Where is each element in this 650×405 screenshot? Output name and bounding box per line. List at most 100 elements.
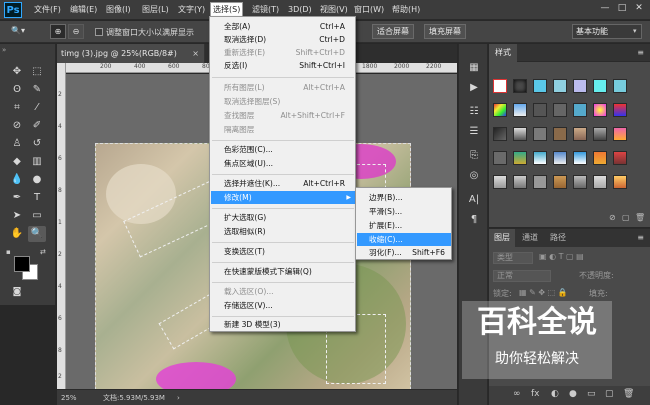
zoom-out-icon[interactable]: ⊖ <box>68 24 84 39</box>
crop-tool-icon[interactable]: ⌗ <box>8 100 26 116</box>
tab-paths[interactable]: 路径 <box>545 229 571 247</box>
actions-panel-icon[interactable]: ▶ <box>465 80 483 96</box>
menu-item-grow[interactable]: 扩大选取(G) <box>211 211 355 224</box>
channels-panel-icon[interactable]: ◎ <box>465 168 483 184</box>
menu-item-deselect[interactable]: 取消选择(D) Ctrl+D <box>211 33 355 46</box>
fill-screen-button[interactable]: 填充屏幕 <box>424 24 466 39</box>
history-panel-icon[interactable]: ▦ <box>465 60 483 76</box>
zoom-tool-icon[interactable]: 🔍 <box>28 226 46 242</box>
quick-select-tool-icon[interactable]: ✎ <box>28 82 46 98</box>
style-swatch[interactable] <box>593 175 607 189</box>
tab-channels[interactable]: 通道 <box>517 229 543 247</box>
style-swatch[interactable] <box>593 103 607 117</box>
menu-window[interactable]: 窗口(W) <box>352 3 386 17</box>
menu-item-new-3d-model[interactable]: 新建 3D 模型(3) <box>211 318 355 331</box>
style-swatch[interactable] <box>553 127 567 141</box>
menu-edit[interactable]: 编辑(E) <box>68 3 99 17</box>
minimize-icon[interactable]: — <box>598 3 612 13</box>
lock-icons[interactable]: ▦ ✎ ✥ ⬚ 🔒 <box>519 288 568 297</box>
trash-icon[interactable]: 🗑 <box>623 389 634 399</box>
character-panel-icon[interactable]: A| <box>465 192 483 208</box>
menu-item-quick-mask[interactable]: 在快速蒙版模式下编辑(Q) <box>211 265 355 278</box>
style-swatch[interactable] <box>493 127 507 141</box>
menu-type[interactable]: 文字(Y) <box>176 3 207 17</box>
menu-item-color-range[interactable]: 色彩范围(C)... <box>211 143 355 156</box>
submenu-item-expand[interactable]: 扩展(E)... <box>357 219 451 232</box>
style-swatch[interactable] <box>533 79 547 93</box>
styles-tab[interactable]: 样式 <box>489 44 517 62</box>
style-swatch[interactable] <box>593 79 607 93</box>
menu-item-select-and-mask[interactable]: 选择并遮住(K)... Alt+Ctrl+R <box>211 177 355 190</box>
panel-menu-icon[interactable]: ≡ <box>637 233 644 242</box>
style-swatch[interactable] <box>513 79 527 93</box>
history-brush-tool-icon[interactable]: ↺ <box>28 136 46 152</box>
style-swatch[interactable] <box>573 79 587 93</box>
style-swatch[interactable] <box>533 151 547 165</box>
foreground-color-swatch[interactable] <box>14 256 30 272</box>
dodge-tool-icon[interactable]: ● <box>28 172 46 188</box>
adjustments-panel-icon[interactable]: ☰ <box>465 124 483 140</box>
style-swatch[interactable] <box>533 175 547 189</box>
blend-mode-select[interactable]: 正常 <box>493 270 551 282</box>
new-style-icon[interactable]: ▢ <box>622 213 630 222</box>
menu-item-inverse[interactable]: 反选(I) Shift+Ctrl+I <box>211 59 355 72</box>
style-swatch[interactable] <box>613 127 627 141</box>
close-document-icon[interactable]: × <box>192 44 199 63</box>
menu-item-focus-area[interactable]: 焦点区域(U)... <box>211 157 355 170</box>
style-swatch[interactable] <box>573 103 587 117</box>
maximize-icon[interactable]: □ <box>615 3 629 13</box>
document-tab[interactable]: timg (3).jpg @ 25%(RGB/8#) × <box>57 44 205 63</box>
default-colors-icon[interactable]: ▪ <box>6 248 11 256</box>
style-swatch[interactable] <box>553 175 567 189</box>
gradient-tool-icon[interactable]: ▥ <box>28 154 46 170</box>
menu-item-similar[interactable]: 选取相似(R) <box>211 225 355 238</box>
style-swatch[interactable] <box>553 79 567 93</box>
close-icon[interactable]: ✕ <box>632 3 646 13</box>
path-select-tool-icon[interactable]: ➤ <box>8 208 26 224</box>
style-swatch[interactable] <box>533 103 547 117</box>
tab-layers[interactable]: 图层 <box>489 229 515 247</box>
zoom-in-icon[interactable]: ⊕ <box>50 24 66 39</box>
menu-item-modify[interactable]: 修改(M) ▶ <box>211 191 355 204</box>
menu-item-transform-selection[interactable]: 变换选区(T) <box>211 245 355 258</box>
brush-tool-icon[interactable]: ✐ <box>28 118 46 134</box>
style-swatch[interactable] <box>493 103 507 117</box>
rectangle-tool-icon[interactable]: ▭ <box>28 208 46 224</box>
marquee-tool-icon[interactable]: ⬚ <box>28 64 46 80</box>
submenu-item-feather[interactable]: 羽化(F)... Shift+F6 <box>357 246 451 259</box>
paragraph-panel-icon[interactable]: ¶ <box>465 212 483 228</box>
style-swatch[interactable] <box>513 103 527 117</box>
menu-image[interactable]: 图像(I) <box>104 3 133 17</box>
menu-view[interactable]: 视图(V) <box>318 3 350 17</box>
pen-tool-icon[interactable]: ✒ <box>8 190 26 206</box>
style-swatch-none[interactable] <box>493 79 507 93</box>
healing-brush-tool-icon[interactable]: ⊘ <box>8 118 26 134</box>
style-swatch[interactable] <box>493 175 507 189</box>
collapse-arrows-icon[interactable]: » <box>2 46 6 54</box>
style-swatch[interactable] <box>573 175 587 189</box>
style-swatch[interactable] <box>573 127 587 141</box>
layer-mask-icon[interactable]: ◐ <box>551 389 559 399</box>
style-swatch[interactable] <box>553 151 567 165</box>
fit-screen-button[interactable]: 适合屏幕 <box>372 24 414 39</box>
style-swatch[interactable] <box>613 103 627 117</box>
menu-layer[interactable]: 图层(L) <box>140 3 171 17</box>
style-swatch[interactable] <box>513 127 527 141</box>
clone-stamp-tool-icon[interactable]: ♙ <box>8 136 26 152</box>
move-tool-icon[interactable]: ✥ <box>8 64 26 80</box>
fx-icon[interactable]: fx <box>531 389 540 399</box>
submenu-item-contract[interactable]: 收缩(C)... <box>357 233 451 246</box>
layer-kind-filter[interactable]: 类型 <box>493 252 533 264</box>
resize-windows-checkbox[interactable] <box>95 28 103 36</box>
libraries-panel-icon[interactable]: ⎘ <box>465 148 483 164</box>
no-style-icon[interactable]: ⊘ <box>609 213 616 222</box>
style-swatch[interactable] <box>613 151 627 165</box>
quick-mask-icon[interactable]: ◙ <box>8 284 26 300</box>
group-folder-icon[interactable]: ▭ <box>587 389 596 399</box>
properties-panel-icon[interactable]: ☷ <box>465 104 483 120</box>
workspace-select[interactable]: 基本功能 <box>572 24 642 39</box>
link-layers-icon[interactable]: ∞ <box>513 389 521 399</box>
style-swatch[interactable] <box>613 79 627 93</box>
panel-menu-icon[interactable]: ≡ <box>637 48 644 57</box>
style-swatch[interactable] <box>573 151 587 165</box>
